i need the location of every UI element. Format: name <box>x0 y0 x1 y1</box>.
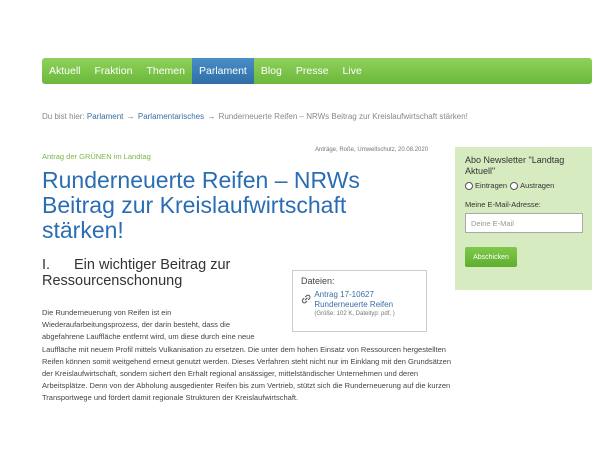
newsletter-widget: Abo Newsletter "Landtag Aktuell" Eintrag… <box>455 147 592 290</box>
link-icon <box>301 294 311 304</box>
nav-item-aktuell[interactable]: Aktuell <box>42 58 88 84</box>
article-body: Die Runderneuerung von Reifen ist ein Wi… <box>42 307 452 423</box>
breadcrumb-link-parlamentarisches[interactable]: Parlamentarisches <box>138 112 204 121</box>
newsletter-title: Abo Newsletter "Landtag Aktuell" <box>465 155 565 176</box>
section-number: I. <box>42 257 51 273</box>
article-body-text: Lauffläche mit neuem Profil mittels Vulk… <box>42 344 451 403</box>
main-navigation: Aktuell Fraktion Themen Parlament Blog P… <box>42 58 592 84</box>
newsletter-options: Eintragen Austragen <box>465 181 582 190</box>
article-meta: Anträge, Roße, Umweltschutz, 20.08.2020 <box>315 147 429 153</box>
radio-circle-icon[interactable] <box>510 181 519 190</box>
nav-item-themen[interactable]: Themen <box>139 58 192 84</box>
files-label: Dateien: <box>301 276 335 286</box>
radio-unsubscribe[interactable]: Austragen <box>510 181 554 190</box>
breadcrumb: Du bist hier: Parlament → Parlamentarisc… <box>42 112 468 121</box>
breadcrumb-current: Runderneuerte Reifen – NRWs Beitrag zur … <box>218 112 468 121</box>
radio-subscribe-label: Eintragen <box>475 181 508 190</box>
email-field[interactable]: Deine E-Mail <box>465 213 583 233</box>
article-body-intro: Die Runderneuerung von Reifen ist ein Wi… <box>42 308 255 342</box>
section-heading: I. Ein wichtiger Beitrag zur Ressourcensc… <box>42 257 282 289</box>
radio-unsubscribe-label: Austragen <box>520 181 555 190</box>
breadcrumb-prefix: Du bist hier: <box>42 112 85 121</box>
nav-item-blog[interactable]: Blog <box>254 58 289 84</box>
nav-item-presse[interactable]: Presse <box>289 58 336 84</box>
radio-circle-icon[interactable] <box>465 181 473 190</box>
breadcrumb-separator: → <box>126 112 135 121</box>
email-label: Meine E-Mail-Adresse: <box>465 200 541 209</box>
page-title: Runderneuerte Reifen – NRWs Beitrag zur … <box>42 167 360 243</box>
nav-item-fraktion[interactable]: Fraktion <box>88 58 140 84</box>
submit-button[interactable]: Abschicken <box>465 247 517 267</box>
nav-item-live[interactable]: Live <box>336 58 369 84</box>
article-kicker: Antrag der GRÜNEN im Landtag <box>42 152 151 161</box>
nav-item-parlament[interactable]: Parlament <box>191 58 254 84</box>
breadcrumb-separator: → <box>207 112 216 121</box>
radio-subscribe[interactable]: Eintragen <box>465 181 507 190</box>
breadcrumb-link-parlament[interactable]: Parlament <box>87 112 123 121</box>
